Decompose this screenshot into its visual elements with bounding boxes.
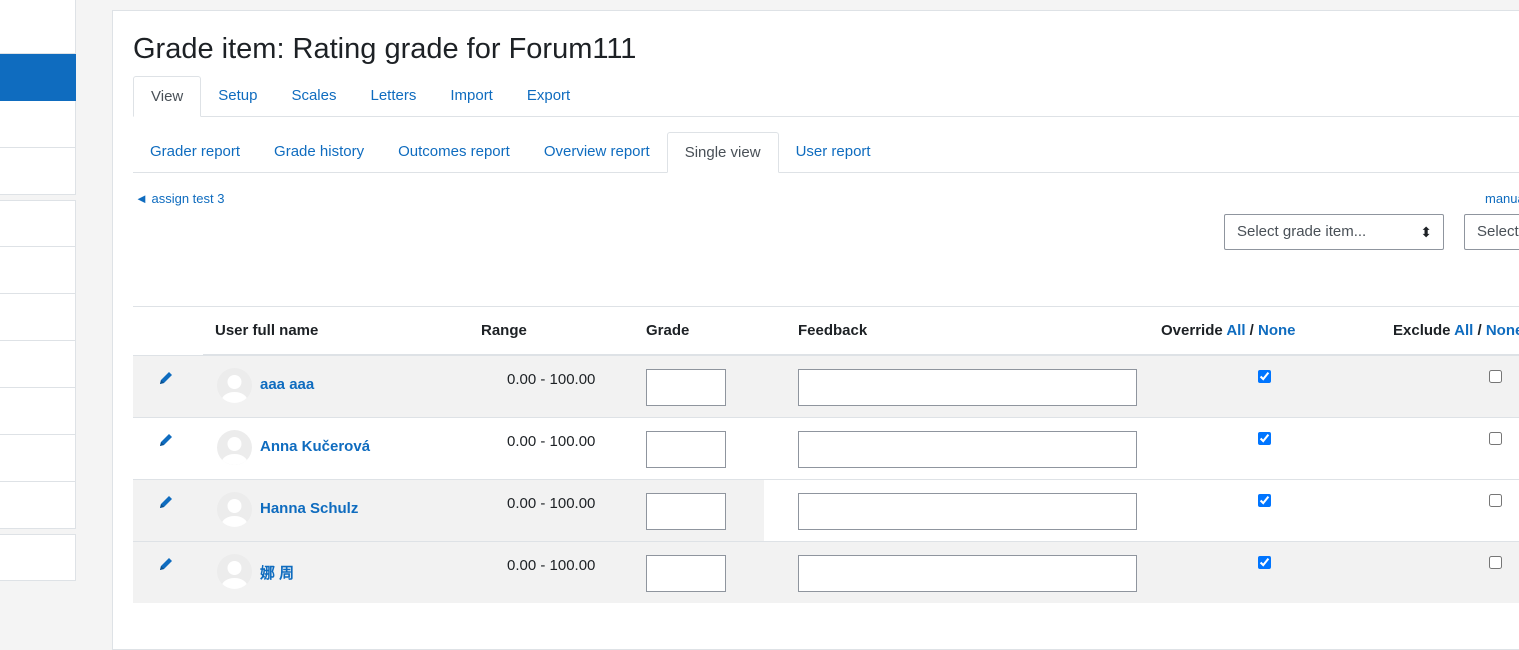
header-exclude-label: Exclude [1393, 322, 1451, 339]
feedback-input[interactable] [798, 431, 1137, 468]
exclude-none-link[interactable]: None [1486, 322, 1519, 339]
tab-outcomes-report[interactable]: Outcomes report [381, 132, 527, 172]
user-avatar-icon [217, 430, 252, 465]
sidebar-item[interactable] [0, 101, 76, 148]
header-override: Override All / None [1161, 322, 1296, 339]
tab-view[interactable]: View [133, 76, 202, 117]
pencil-icon[interactable] [158, 556, 174, 572]
header-override-label: Override [1161, 322, 1223, 339]
grade-input[interactable] [646, 555, 726, 592]
tab-grader-report[interactable]: Grader report [133, 132, 257, 172]
primary-tabs: View Setup Scales Letters Import Export [133, 76, 1519, 117]
pencil-icon[interactable] [158, 494, 174, 510]
exclude-checkbox[interactable] [1489, 556, 1502, 569]
exclude-all-link[interactable]: All [1454, 322, 1473, 339]
user-name-link[interactable]: Hanna Schulz [260, 500, 358, 517]
override-none-link[interactable]: None [1258, 322, 1296, 339]
grade-range: 0.00 - 100.00 [507, 433, 596, 450]
grade-input[interactable] [646, 493, 726, 530]
left-sidebar [0, 0, 77, 625]
sidebar-item[interactable] [0, 294, 76, 341]
select-user[interactable]: Select [1464, 214, 1519, 250]
select-user-value: Select [1477, 223, 1519, 240]
tab-user-report[interactable]: User report [779, 132, 888, 172]
grade-input[interactable] [646, 369, 726, 406]
select-grade-item[interactable]: Select grade item... ⬍ [1224, 214, 1444, 250]
header-feedback: Feedback [798, 322, 868, 339]
tab-letters[interactable]: Letters [353, 76, 433, 116]
grade-range: 0.00 - 100.00 [507, 495, 596, 512]
tab-scales[interactable]: Scales [274, 76, 353, 116]
sidebar-item[interactable] [0, 435, 76, 482]
sidebar-item[interactable] [0, 534, 76, 581]
tab-import[interactable]: Import [433, 76, 510, 116]
tab-grade-history[interactable]: Grade history [257, 132, 381, 172]
separator: / [1477, 322, 1482, 339]
grade-range: 0.00 - 100.00 [507, 557, 596, 574]
header-grade: Grade [646, 322, 690, 339]
pencil-icon[interactable] [158, 370, 174, 386]
select-grade-item-value: Select grade item... [1237, 223, 1367, 240]
grade-range: 0.00 - 100.00 [507, 371, 596, 388]
single-view-table: User full name Range Grade Feedback Over… [133, 306, 1519, 603]
exclude-checkbox[interactable] [1489, 494, 1502, 507]
tab-overview-report[interactable]: Overview report [527, 132, 667, 172]
override-checkbox[interactable] [1258, 432, 1271, 445]
sidebar-item[interactable] [0, 148, 76, 195]
header-user-full-name: User full name [215, 322, 319, 339]
feedback-input[interactable] [798, 369, 1137, 406]
user-name-link[interactable]: Anna Kučerová [260, 438, 370, 455]
sidebar-item[interactable] [0, 388, 76, 435]
report-tabs: Grader report Grade history Outcomes rep… [133, 132, 1519, 173]
override-all-link[interactable]: All [1226, 322, 1245, 339]
override-checkbox[interactable] [1258, 370, 1271, 383]
sidebar-item[interactable] [0, 200, 76, 247]
table-header: User full name Range Grade Feedback Over… [133, 306, 1519, 356]
sidebar-item[interactable] [0, 482, 76, 529]
tab-single-view[interactable]: Single view [666, 132, 779, 173]
table-row: aaa aaa 0.00 - 100.00 [133, 355, 1519, 417]
pencil-icon[interactable] [158, 432, 174, 448]
next-item-link[interactable]: manua [1485, 191, 1519, 206]
grade-input[interactable] [646, 431, 726, 468]
header-range: Range [481, 322, 527, 339]
exclude-checkbox[interactable] [1489, 432, 1502, 445]
tab-setup[interactable]: Setup [201, 76, 274, 116]
override-checkbox[interactable] [1258, 556, 1271, 569]
user-avatar-icon [217, 554, 252, 589]
user-name-link[interactable]: aaa aaa [260, 376, 314, 393]
feedback-input[interactable] [798, 493, 1137, 530]
override-checkbox[interactable] [1258, 494, 1271, 507]
separator: / [1249, 322, 1254, 339]
sidebar-item[interactable] [0, 247, 76, 294]
user-avatar-icon [217, 492, 252, 527]
exclude-checkbox[interactable] [1489, 370, 1502, 383]
header-exclude: Exclude All / None [1393, 322, 1519, 339]
table-row: Anna Kučerová 0.00 - 100.00 [133, 417, 1519, 479]
sidebar-item[interactable] [0, 0, 76, 54]
table-row: Hanna Schulz 0.00 - 100.00 [133, 479, 1519, 541]
user-avatar-icon [217, 368, 252, 403]
main-panel: Grade item: Rating grade for Forum111 Vi… [112, 10, 1519, 650]
user-name-link[interactable]: 娜 周 [260, 562, 294, 583]
table-row: 娜 周 0.00 - 100.00 [133, 541, 1519, 603]
sidebar-item-active[interactable] [0, 54, 76, 101]
sidebar-item[interactable] [0, 341, 76, 388]
tab-export[interactable]: Export [510, 76, 587, 116]
previous-item-link[interactable]: ◄ assign test 3 [135, 191, 224, 206]
page-title: Grade item: Rating grade for Forum111 [133, 33, 637, 65]
up-down-caret-icon: ⬍ [1420, 224, 1432, 240]
feedback-input[interactable] [798, 555, 1137, 592]
